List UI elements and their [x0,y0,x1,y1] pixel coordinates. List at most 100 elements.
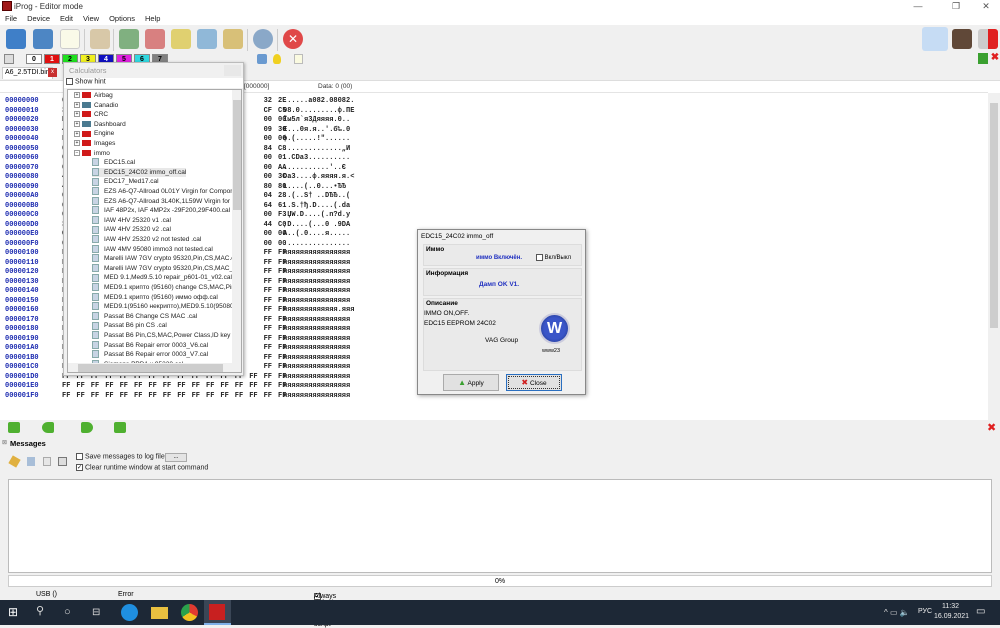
hex-byte[interactable]: 00 [264,135,272,145]
chip-yellow-icon[interactable] [171,29,191,49]
hex-byte[interactable]: 04 [264,192,272,202]
hex-byte[interactable]: FF [264,382,272,392]
notifications-icon[interactable]: ▭ [976,606,985,617]
hex-byte[interactable]: FF [134,382,142,392]
tree-file[interactable]: EDC15_24C02 immo_off.cal [92,167,187,178]
hex-byte[interactable]: FF [105,382,113,392]
bit-icon[interactable] [58,457,67,466]
tree-folder[interactable]: + Engine [74,129,114,139]
hex-byte[interactable]: FF [91,392,99,402]
tab-file[interactable]: A6_2.5TDI.bin [2,67,53,79]
hex-byte[interactable]: FF [148,392,156,402]
refresh-icon[interactable] [257,54,267,64]
hex-byte[interactable]: FF [220,382,228,392]
chrome-icon[interactable] [181,604,198,621]
tree-file[interactable]: IAW 4HV 25320 v2 .cal [92,225,171,235]
hex-byte[interactable]: 32 [264,97,272,107]
hex-byte[interactable]: FF [62,392,70,402]
hex-byte[interactable]: FF [264,249,272,259]
next-icon[interactable] [81,422,93,433]
save-device-icon[interactable] [33,29,53,49]
hex-byte[interactable]: FF [220,392,228,402]
tree-file[interactable]: IAF 48P2x, IAF 4MP2x -29F200,29F400.cal [92,206,230,216]
close-panel-icon[interactable]: ✖ [987,421,996,434]
hex-byte[interactable]: FF [235,382,243,392]
bit-mode-icon[interactable] [4,54,14,64]
tree-hscroll[interactable] [68,363,241,372]
hex-byte[interactable]: 09 [264,126,272,136]
tree-folder[interactable]: − immo [74,149,110,159]
menu-device[interactable]: Device [22,13,55,25]
first-icon[interactable] [8,422,20,433]
show-hint-option[interactable]: Show hint [64,78,243,88]
hex-byte[interactable]: FF [264,259,272,269]
hex-byte[interactable]: FF [163,392,171,402]
hex-byte[interactable]: FF [235,392,243,402]
chip-blue-icon[interactable] [197,29,217,49]
hex-byte[interactable]: 84 [264,145,272,155]
hex-byte[interactable]: FF [264,392,272,402]
tree-file[interactable]: MED9.1(95160 некрипто),MED9.5.10(95080) [92,302,236,312]
chip-icon[interactable] [90,29,110,49]
hex-byte[interactable]: 00 [264,164,272,174]
task-view-icon[interactable]: ⊟ [92,604,109,621]
help-icon[interactable] [253,29,273,49]
hex-byte[interactable]: 44 [264,221,272,231]
tree-file[interactable]: EDC15.cal [92,158,135,168]
clock-time[interactable]: 11:32 [942,603,959,610]
tree-folder[interactable]: + Dashboard [74,120,126,130]
tab-close-icon[interactable]: x [48,68,57,77]
hex-byte[interactable]: FF [62,382,70,392]
immo-toggle-checkbox[interactable] [536,254,543,261]
tree-file[interactable]: IAW 4HV 25320 v2 not tested .cal [92,235,201,245]
chip-red-icon[interactable] [145,29,165,49]
hex-byte[interactable]: FF [134,392,142,402]
new-icon[interactable] [60,29,80,49]
expand-icon[interactable]: − [74,149,80,156]
expand-icon[interactable]: + [74,130,80,137]
hex-byte[interactable]: FF [264,316,272,326]
expand-icon[interactable]: + [74,121,80,128]
apply-button[interactable]: ▲ Apply [443,374,499,391]
expand-icon[interactable]: + [74,111,80,118]
tree-file[interactable]: MED 9.1,Med9.5.10 repair_p601-01_v02.cal [92,273,232,283]
expand-icon[interactable]: + [74,92,80,99]
tree-folder[interactable]: + Airbag [74,91,113,101]
hex-byte[interactable]: FF [264,297,272,307]
hex-byte[interactable]: 00 [264,154,272,164]
hex-byte[interactable]: FF [163,382,171,392]
tree-file[interactable]: EZS A6-Q7-Allroad 0L01Y Virgin for Compo… [92,187,241,197]
menu-view[interactable]: View [78,13,104,25]
hex-byte[interactable]: FF [249,392,257,402]
hex-byte[interactable]: FF [264,325,272,335]
tree-folder[interactable]: + CRC [74,110,108,120]
menu-file[interactable]: File [0,13,22,25]
hex-byte[interactable]: CF [264,107,272,117]
start-icon[interactable]: ⊞ [8,604,25,621]
hex-byte[interactable]: 64 [264,202,272,212]
hex-byte[interactable]: 00 [264,211,272,221]
last-icon[interactable] [114,422,126,433]
hex-byte[interactable]: FF [206,382,214,392]
pin-icon[interactable]: ⊠ [2,439,7,446]
bulb-icon[interactable] [273,54,281,64]
menu-edit[interactable]: Edit [55,13,78,25]
tree-file[interactable]: Passat B6 Change CS MAC .cal [92,312,197,322]
hex-byte[interactable]: FF [264,354,272,364]
iprog-taskbar-button[interactable] [204,600,231,625]
maximize-button[interactable]: ❐ [946,1,966,12]
tree-folder[interactable]: + Canadio [74,101,118,111]
red-x-icon[interactable]: ✖ [990,53,1000,64]
chip-orange-icon[interactable] [223,29,243,49]
note-icon[interactable] [294,54,303,64]
tree-folder[interactable]: + Images [74,139,115,149]
tree-file[interactable]: Passat B6 pin CS .cal [92,321,167,331]
tree-file[interactable]: MED9.1 крипто (95160) иммо офф.cal [92,292,218,303]
hex-byte[interactable]: FF [264,278,272,288]
edge-icon[interactable] [121,604,138,621]
down-arrow-icon[interactable] [978,53,988,64]
show-hint-checkbox[interactable] [66,78,73,85]
browse-button[interactable]: ... [165,453,187,462]
tree-file[interactable]: Passat B6 Repair error 0003_V6.cal [92,340,208,351]
hex-byte[interactable]: FF [249,373,257,383]
